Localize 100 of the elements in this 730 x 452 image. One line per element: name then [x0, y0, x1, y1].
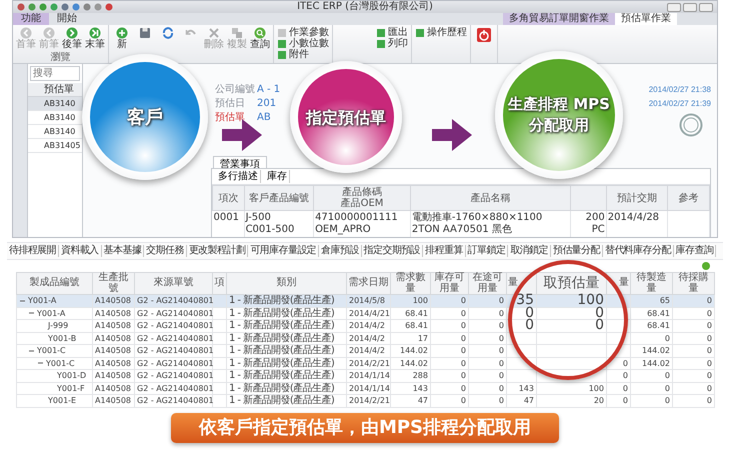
- function-button[interactable]: 可用庫存量設定: [248, 245, 320, 257]
- table-cell: G2 - AG214040801: [134, 344, 212, 357]
- table-cell: A140508: [92, 294, 134, 307]
- window-title: ITEC ERP (台灣股份有限公司): [297, 1, 433, 12]
- table-cell: 0: [430, 320, 468, 332]
- menu-tab[interactable]: 開始: [49, 13, 85, 25]
- function-button[interactable]: 庫存查詢: [674, 245, 716, 257]
- column-header[interactable]: 來源單號: [134, 272, 212, 294]
- function-button[interactable]: 排程重算: [423, 245, 466, 257]
- table-cell: 0: [672, 320, 714, 332]
- table-cell: G2 - AG214040801: [134, 320, 212, 332]
- item-code: Y001-B: [48, 332, 76, 344]
- restore-button[interactable]: [683, 2, 697, 12]
- ribbon-button[interactable]: [474, 27, 494, 43]
- table-cell: 20: [536, 394, 606, 407]
- table-cell: 0: [672, 332, 714, 344]
- list-row[interactable]: AB3140: [28, 125, 82, 139]
- collapse-icon[interactable]: [28, 310, 35, 316]
- table-cell: G2 - AG214040801: [134, 307, 212, 320]
- ribbon-button[interactable]: 小數位數: [277, 38, 329, 49]
- close-button[interactable]: [699, 2, 713, 12]
- ribbon-button[interactable]: 列印: [376, 38, 408, 49]
- table-cell: 0: [468, 320, 506, 332]
- function-button[interactable]: 預估量分配: [550, 245, 603, 257]
- ribbon-button[interactable]: 後筆: [62, 27, 82, 50]
- table-cell: 144.02: [630, 344, 672, 357]
- list-row[interactable]: AB3140: [28, 97, 82, 111]
- column-header[interactable]: 需求日期: [346, 272, 390, 294]
- table-cell: A140508: [92, 370, 134, 382]
- table-cell: G2 - AG214040801: [134, 370, 212, 382]
- function-button[interactable]: 訂單鎖定: [466, 245, 508, 257]
- refresh-icon: [162, 27, 174, 39]
- table-cell: 0: [630, 394, 672, 407]
- column-header: 產品名稱: [410, 186, 570, 210]
- toolbar-button[interactable]: 庫存: [265, 170, 290, 183]
- table-cell: 100: [390, 294, 430, 307]
- table-cell: G2 - AG214040801: [134, 394, 212, 407]
- collapse-icon[interactable]: [37, 360, 44, 366]
- document-tab[interactable]: 多角貿易訂單開窗作業: [503, 13, 615, 25]
- column-header: 客戶產品編號: [244, 186, 314, 210]
- search-field[interactable]: 搜尋: [30, 66, 80, 81]
- function-button[interactable]: 更改製程計劃: [186, 245, 248, 257]
- column-header[interactable]: 生產批號: [92, 272, 134, 294]
- column-header: 項次: [212, 186, 244, 210]
- column-header[interactable]: 待採購量: [672, 272, 714, 294]
- flow-arrow: [432, 119, 472, 151]
- function-button[interactable]: 指定交期預設: [362, 245, 424, 257]
- table-cell: 0: [468, 394, 506, 407]
- column-header: 產品條碼 產品OEM: [314, 186, 410, 210]
- function-button[interactable]: 取消鎖定: [508, 245, 551, 257]
- table-cell: 144.02: [390, 357, 430, 370]
- table-cell: 0: [606, 394, 630, 407]
- table-cell: G2 - AG214040801: [134, 294, 212, 307]
- function-button[interactable]: 待排程展開: [7, 245, 60, 257]
- column-header[interactable]: 在途可用量: [468, 272, 506, 294]
- function-button[interactable]: 替代料庫存分配: [602, 245, 674, 257]
- ribbon-button[interactable]: 新: [112, 27, 132, 50]
- table-cell: A140508: [92, 357, 134, 370]
- column-header[interactable]: 庫存可用量: [430, 272, 468, 294]
- function-button[interactable]: 資料載入: [59, 245, 102, 257]
- minimize-button[interactable]: [667, 2, 681, 12]
- function-button[interactable]: 倉庫預設: [319, 245, 362, 257]
- table-cell: 0: [430, 344, 468, 357]
- ribbon-button[interactable]: 操作歷程: [415, 27, 467, 38]
- table-cell: A140508: [92, 382, 134, 394]
- ribbon-button[interactable]: 匯出: [376, 27, 408, 38]
- collapse-icon[interactable]: [28, 348, 35, 354]
- table-cell: A140508: [92, 344, 134, 357]
- table-cell: 0: [468, 332, 506, 344]
- document-tab[interactable]: 預估單作業: [615, 13, 677, 25]
- table-cell: 0001: [212, 210, 244, 237]
- column-header[interactable]: 需求數量: [390, 272, 430, 294]
- table-cell: 2014/2/21: [346, 357, 390, 370]
- table-cell: 0: [506, 320, 536, 332]
- timestamp: 2014/02/27 21:39: [648, 98, 711, 108]
- ribbon-button[interactable]: 查詢: [250, 27, 270, 50]
- table-cell: 2014/4/2: [346, 344, 390, 357]
- column-header[interactable]: 待製造量: [630, 272, 672, 294]
- item-code: Y001-A: [37, 308, 66, 319]
- table-cell: 0: [630, 382, 672, 394]
- function-button[interactable]: 交期任務: [144, 245, 187, 257]
- detail-tab[interactable]: 營業事項: [213, 156, 267, 168]
- table-cell: 100: [536, 382, 606, 394]
- ribbon-button[interactable]: 末筆: [85, 27, 105, 50]
- column-header[interactable]: 取預估量: [536, 272, 606, 294]
- collapse-icon[interactable]: [19, 298, 26, 304]
- field-value: A - 1: [257, 84, 280, 94]
- table-cell: 144.02: [630, 357, 672, 370]
- function-button[interactable]: 基本基據: [102, 245, 144, 257]
- toolbar-button[interactable]: 多行描述: [216, 170, 261, 183]
- table-cell: 0: [506, 307, 536, 320]
- save-icon: [139, 27, 151, 39]
- table-cell: 17: [390, 332, 430, 344]
- column-header[interactable]: 類別: [226, 272, 346, 294]
- column-header[interactable]: 製成品編號: [16, 272, 92, 294]
- ribbon-button[interactable]: 附件: [277, 49, 309, 60]
- column-header[interactable]: 項: [212, 272, 226, 294]
- menu-tab[interactable]: 功能: [13, 13, 49, 25]
- step-label: 生產排程 MPS: [508, 94, 610, 115]
- list-row[interactable]: AB31405: [28, 139, 82, 153]
